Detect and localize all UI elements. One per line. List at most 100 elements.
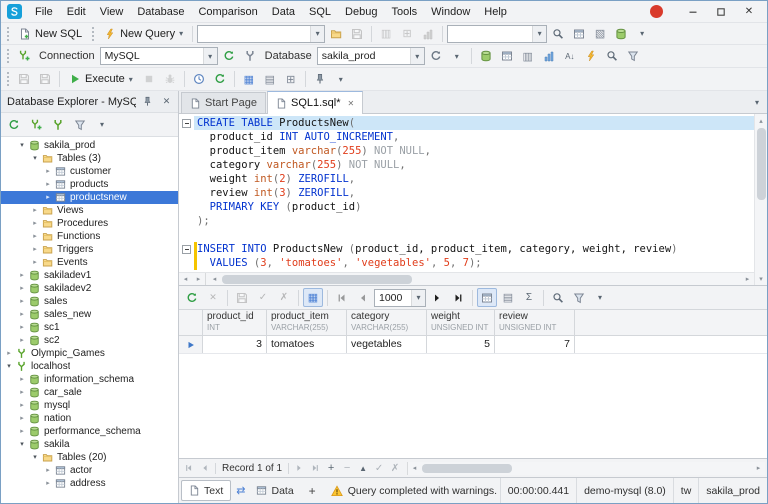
data-import-icon[interactable]: ▥ xyxy=(518,47,538,66)
expand-arrow-icon[interactable]: ▾ xyxy=(17,438,27,451)
expand-arrow-icon[interactable]: ▸ xyxy=(17,321,27,334)
tree-item-procedures[interactable]: ▸ Procedures xyxy=(1,217,178,230)
menu-debug[interactable]: Debug xyxy=(338,1,384,22)
tree-item-sakiladev1[interactable]: ▸ sakiladev1 xyxy=(1,269,178,282)
generate-script-icon[interactable] xyxy=(581,47,601,66)
minimize-button[interactable] xyxy=(679,1,707,22)
menu-data[interactable]: Data xyxy=(265,1,302,22)
add-view-button[interactable]: + xyxy=(301,478,324,503)
connect-icon[interactable] xyxy=(48,115,68,134)
pin-document-icon[interactable] xyxy=(310,70,330,89)
auto-hide-pin-icon[interactable] xyxy=(140,94,155,109)
tree-item-products[interactable]: ▸ products xyxy=(1,178,178,191)
tab-sql1[interactable]: SQL1.sql* ✕ xyxy=(266,91,364,114)
expand-arrow-icon[interactable]: ▸ xyxy=(30,256,40,269)
menu-tools[interactable]: Tools xyxy=(384,1,424,22)
grid-cell[interactable]: tomatoes xyxy=(267,336,347,353)
query-profiler-icon[interactable] xyxy=(189,70,209,89)
expand-arrow-icon[interactable]: ▸ xyxy=(17,334,27,347)
recent-documents-combo[interactable]: ▾ xyxy=(197,24,326,43)
tree-item-events[interactable]: ▸ Events xyxy=(1,256,178,269)
tree-item-productsnew[interactable]: ▸ productsnew xyxy=(1,191,178,204)
grid-horizontal-scrollbar[interactable]: ◂ ▸ xyxy=(407,461,765,475)
expand-arrow-icon[interactable]: ▸ xyxy=(43,191,53,204)
combo-dropdown-icon[interactable]: ▾ xyxy=(411,289,425,306)
new-connection-icon[interactable] xyxy=(26,115,46,134)
split-right-icon[interactable]: ▸ xyxy=(192,273,205,286)
expand-arrow-icon[interactable]: ▸ xyxy=(43,178,53,191)
grid-view-icon[interactable] xyxy=(477,288,497,307)
refresh-document-icon[interactable] xyxy=(210,70,230,89)
tree-item-nation[interactable]: ▸ nation xyxy=(1,412,178,425)
grid-cell[interactable]: 3 xyxy=(203,336,267,353)
expand-arrow-icon[interactable]: ▸ xyxy=(43,477,53,490)
next-page-icon[interactable] xyxy=(427,288,447,307)
fold-collapse-icon[interactable] xyxy=(182,244,191,254)
split-left-icon[interactable]: ◂ xyxy=(179,273,192,286)
results-toolbar-overflow[interactable]: ▾ xyxy=(590,288,610,307)
expand-arrow-icon[interactable]: ▾ xyxy=(17,139,27,152)
paging-mode-icon[interactable]: ▦ xyxy=(303,288,323,307)
scroll-right-icon[interactable]: ▸ xyxy=(741,273,754,286)
data-export-icon[interactable] xyxy=(539,47,559,66)
expand-arrow-icon[interactable]: ▸ xyxy=(17,425,27,438)
database-designer-icon[interactable] xyxy=(611,24,631,43)
combo-dropdown-icon[interactable]: ▾ xyxy=(310,25,325,42)
scroll-left-icon[interactable]: ◂ xyxy=(408,462,421,475)
new-query-button[interactable]: New Query ▾ xyxy=(99,24,188,43)
menu-edit[interactable]: Edit xyxy=(60,1,93,22)
table-designer-icon[interactable] xyxy=(497,47,517,66)
find-in-database-icon[interactable] xyxy=(602,47,622,66)
expand-arrow-icon[interactable]: ▸ xyxy=(43,165,53,178)
combo-dropdown-icon[interactable]: ▾ xyxy=(532,25,547,42)
page-size-combo[interactable]: 1000 ▾ xyxy=(374,288,426,307)
object-filter-icon[interactable] xyxy=(623,47,643,66)
vertical-scroll-thumb[interactable] xyxy=(756,128,766,200)
dropdown-caret-icon[interactable]: ▾ xyxy=(129,75,133,84)
tree-item-views[interactable]: ▸ Views xyxy=(1,204,178,217)
tree-item-actor[interactable]: ▸ actor xyxy=(1,464,178,477)
menu-database[interactable]: Database xyxy=(130,1,191,22)
view-tab-data[interactable]: Data xyxy=(249,478,300,503)
expand-arrow-icon[interactable]: ▸ xyxy=(17,282,27,295)
tree-item-sales-new[interactable]: ▸ sales_new xyxy=(1,308,178,321)
tree-item-sc2[interactable]: ▸ sc2 xyxy=(1,334,178,347)
column-header-review[interactable]: review UNSIGNED INT xyxy=(495,310,575,335)
search-icon[interactable] xyxy=(548,288,568,307)
menu-view[interactable]: View xyxy=(93,1,131,22)
open-file-icon[interactable] xyxy=(326,24,346,43)
expand-arrow-icon[interactable]: ▸ xyxy=(17,308,27,321)
tree-item-customer[interactable]: ▸ customer xyxy=(1,165,178,178)
connection-toolbar-overflow[interactable]: ▾ xyxy=(447,47,467,66)
expand-arrow-icon[interactable]: ▸ xyxy=(30,217,40,230)
expand-arrow-icon[interactable]: ▾ xyxy=(30,451,40,464)
standard-toolbar-overflow[interactable]: ▾ xyxy=(632,24,652,43)
last-page-icon[interactable] xyxy=(448,288,468,307)
tree-item-sales[interactable]: ▸ sales xyxy=(1,295,178,308)
scroll-down-icon[interactable]: ▾ xyxy=(755,272,768,285)
tree-item-olympic-games[interactable]: ▸ Olympic_Games xyxy=(1,347,178,360)
tree-item-sakila[interactable]: ▾ sakila xyxy=(1,438,178,451)
refresh-results-icon[interactable] xyxy=(182,288,202,307)
expand-arrow-icon[interactable]: ▾ xyxy=(30,152,40,165)
column-header-weight[interactable]: weight UNSIGNED INT xyxy=(427,310,495,335)
edit-record-button[interactable]: ▲ xyxy=(355,461,371,476)
append-record-button[interactable]: + xyxy=(323,461,339,476)
query-builder-icon[interactable]: ▧ xyxy=(590,24,610,43)
card-view-icon[interactable]: ▤ xyxy=(498,288,518,307)
expand-arrow-icon[interactable]: ▸ xyxy=(4,347,14,360)
tree-item-car-sale[interactable]: ▸ car_sale xyxy=(1,386,178,399)
results-text-layout-icon[interactable]: ▤ xyxy=(260,70,280,89)
menu-sql[interactable]: SQL xyxy=(302,1,338,22)
expand-arrow-icon[interactable]: ▾ xyxy=(4,360,14,373)
connection-properties-icon[interactable] xyxy=(240,47,260,66)
combo-dropdown-icon[interactable]: ▾ xyxy=(409,48,424,64)
menu-comparison[interactable]: Comparison xyxy=(191,1,264,22)
expand-arrow-icon[interactable]: ▸ xyxy=(17,399,27,412)
dropdown-caret-icon[interactable]: ▾ xyxy=(179,29,183,38)
expand-arrow-icon[interactable]: ▸ xyxy=(43,464,53,477)
close-panel-icon[interactable]: ✕ xyxy=(159,94,174,109)
scroll-up-icon[interactable]: ▴ xyxy=(755,114,768,127)
tree-item-localhost[interactable]: ▾ localhost xyxy=(1,360,178,373)
expand-arrow-icon[interactable]: ▸ xyxy=(17,269,27,282)
